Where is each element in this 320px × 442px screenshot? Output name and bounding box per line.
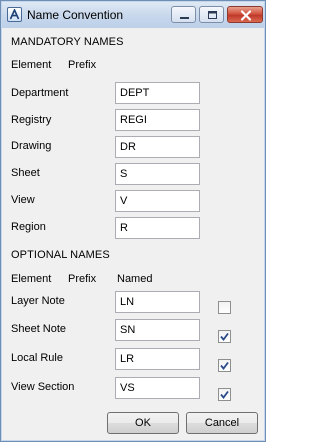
local-rule-prefix-field[interactable]: [115, 348, 200, 370]
sheet-prefix-field[interactable]: [115, 163, 200, 185]
row-label-view-section: View Section: [11, 381, 75, 393]
window-title: Name Convention: [27, 8, 124, 22]
ok-button[interactable]: OK: [107, 412, 179, 434]
checkmark-icon: [220, 332, 229, 341]
optional-heading: OPTIONAL NAMES: [11, 249, 110, 261]
row-label-local-rule: Local Rule: [11, 352, 63, 364]
local-rule-named-checkbox[interactable]: [218, 359, 231, 372]
close-icon: [240, 10, 252, 21]
row-label-sheet: Sheet: [11, 167, 40, 179]
maximize-button[interactable]: [199, 6, 224, 23]
region-prefix-field[interactable]: [115, 217, 200, 239]
sheet-note-prefix-field[interactable]: [115, 319, 200, 341]
layer-note-prefix-field[interactable]: [115, 291, 200, 313]
registry-prefix-field[interactable]: [115, 109, 200, 131]
mandatory-col-element: Element: [11, 59, 52, 71]
row-label-view: View: [11, 194, 35, 206]
app-icon: [7, 7, 22, 22]
title-bar[interactable]: Name Convention: [2, 2, 264, 28]
checkmark-icon: [220, 390, 229, 399]
optional-col-named: Named: [117, 273, 153, 285]
close-button[interactable]: [227, 6, 263, 23]
row-label-sheet-note: Sheet Note: [11, 323, 67, 335]
row-label-registry: Registry: [11, 114, 52, 126]
minimize-button[interactable]: [171, 6, 196, 23]
view-section-named-checkbox[interactable]: [218, 388, 231, 401]
mandatory-col-prefix: Prefix: [68, 59, 97, 71]
minimize-icon: [180, 17, 189, 19]
checkmark-icon: [220, 361, 229, 370]
view-prefix-field[interactable]: [115, 190, 200, 212]
optional-col-element: Element: [11, 273, 52, 285]
sheet-note-named-checkbox[interactable]: [218, 330, 231, 343]
view-section-prefix-field[interactable]: [115, 377, 200, 399]
department-prefix-field[interactable]: [115, 82, 200, 104]
row-label-region: Region: [11, 221, 46, 233]
name-convention-dialog: Name Convention MANDATORY NAMES Element …: [0, 0, 266, 442]
row-label-drawing: Drawing: [11, 140, 52, 152]
maximize-icon: [208, 11, 217, 19]
layer-note-named-checkbox[interactable]: [218, 301, 231, 314]
optional-col-prefix: Prefix: [68, 273, 97, 285]
row-label-layer-note: Layer Note: [11, 295, 65, 307]
drawing-prefix-field[interactable]: [115, 136, 200, 158]
row-label-department: Department: [11, 87, 69, 99]
cancel-button[interactable]: Cancel: [186, 412, 258, 434]
mandatory-heading: MANDATORY NAMES: [11, 36, 124, 48]
